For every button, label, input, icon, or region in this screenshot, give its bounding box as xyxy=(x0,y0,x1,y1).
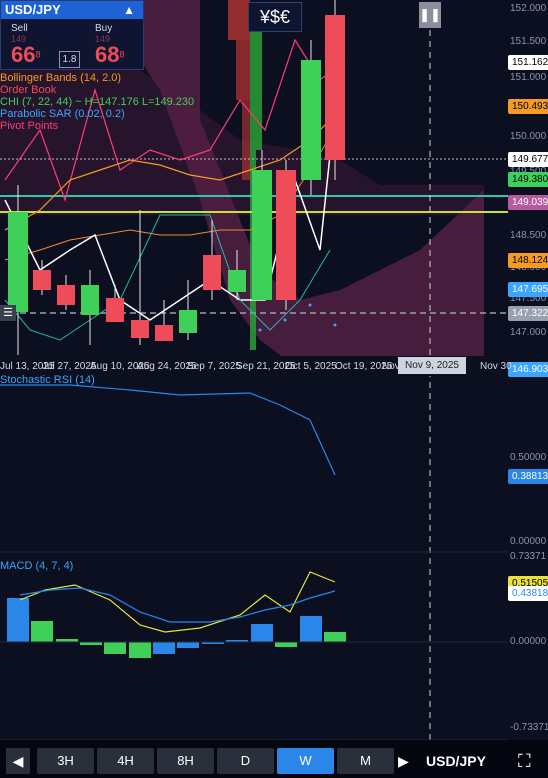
candle xyxy=(106,298,124,322)
macd-signal-yellow xyxy=(19,571,336,633)
candle xyxy=(252,170,272,300)
candle xyxy=(57,285,75,305)
spread-value: 1.8 xyxy=(59,51,80,68)
price-axis-label: 147.000 xyxy=(510,327,547,338)
timeframe-button-3h[interactable]: 3H xyxy=(37,748,94,774)
pair-selector[interactable]: USD/JPY xyxy=(426,748,486,774)
price-axis-label: 152.000 xyxy=(510,3,547,14)
date-axis-label: Oct 5, 2025 xyxy=(285,361,337,372)
buy-price-big: 68 xyxy=(95,42,120,67)
stoch-value-tag: 0.38813 xyxy=(508,469,548,484)
macd-histogram xyxy=(7,598,346,658)
ticket-symbol: USD/JPY xyxy=(5,2,61,17)
timeframe-button-w[interactable]: W xyxy=(277,748,334,774)
fullscreen-icon[interactable]: ⛶ xyxy=(518,748,531,774)
candle xyxy=(203,255,221,290)
stoch-rsi-line xyxy=(0,384,336,476)
price-tag: 149.677 xyxy=(508,152,548,167)
timeframe-button-4h[interactable]: 4H xyxy=(97,748,154,774)
price-tag: 149.380 xyxy=(508,172,548,187)
ticket-header[interactable]: USD/JPY ▲ xyxy=(1,1,143,19)
sell-price-big: 66 xyxy=(11,42,36,67)
sell-price-sup: 8 xyxy=(35,49,41,60)
candle xyxy=(276,170,296,300)
currency-symbol-badge[interactable]: ¥$€ xyxy=(248,2,302,32)
price-tag: 147.322 xyxy=(508,306,548,321)
sell-label: Sell xyxy=(11,23,28,34)
buy-price-sup: 8 xyxy=(119,49,125,60)
stoch-axis-zero: 0.00000 xyxy=(510,536,547,547)
timeframe-button-m[interactable]: M xyxy=(337,748,394,774)
timeframe-button-d[interactable]: D xyxy=(217,748,274,774)
price-axis-label: 150.000 xyxy=(510,131,547,142)
price-tag: 150.493 xyxy=(508,99,548,114)
macd-axis-low: -0.73371 xyxy=(510,722,548,733)
price-axis-label: 151.500 xyxy=(510,36,547,47)
indicator-label[interactable]: Order Book xyxy=(0,84,56,96)
next-arrow-icon[interactable]: ▶ xyxy=(398,748,409,774)
price-tag: 146.903 xyxy=(508,362,548,377)
collapse-chevron-icon[interactable]: ▲ xyxy=(123,1,135,19)
candle xyxy=(8,212,28,312)
candle xyxy=(81,285,99,315)
timeframe-button-8h[interactable]: 8H xyxy=(157,748,214,774)
buy-button[interactable]: Buy 149 688 xyxy=(95,23,125,66)
candle xyxy=(325,15,345,160)
macd-axis-zero: 0.00000 xyxy=(510,636,547,647)
macd-line-blue xyxy=(19,587,336,623)
sell-button[interactable]: Sell 149 668 xyxy=(11,23,41,66)
candle xyxy=(301,60,321,180)
date-axis-label: Sep 7, 2025 xyxy=(187,361,241,372)
price-tag: 149.039 xyxy=(508,195,548,210)
stoch-rsi-label: Stochastic RSI (14) xyxy=(0,374,95,386)
macd-line-tag: 0.43818 xyxy=(508,586,548,601)
indicator-label[interactable]: Parabolic SAR (0.02, 0.2) xyxy=(0,108,125,120)
price-tag: 148.124 xyxy=(508,253,548,268)
date-axis-label: Nov 30 xyxy=(480,361,512,372)
macd-label: MACD (4, 7, 4) xyxy=(0,560,74,572)
candle xyxy=(179,310,197,333)
price-axis-label: 151.000 xyxy=(510,72,547,83)
candle xyxy=(33,270,51,290)
trade-ticket[interactable]: USD/JPY ▲ Sell 149 668 1.8 Buy 149 688 xyxy=(0,0,144,70)
date-axis-label: Jul 27, 2025 xyxy=(42,361,97,372)
indicator-label[interactable]: Pivot Points xyxy=(0,120,58,132)
indicator-label[interactable]: CHI (7, 22, 44) ~ H=147.176 L=149.230 xyxy=(0,96,194,108)
prev-arrow-icon[interactable]: ◀ xyxy=(6,748,30,774)
indicator-label[interactable]: Bollinger Bands (14, 2.0) xyxy=(0,72,121,84)
stoch-axis-high: 0.50000 xyxy=(510,452,547,463)
price-tag: 147.695 xyxy=(508,282,548,297)
candle xyxy=(155,325,173,341)
candle xyxy=(228,270,246,292)
menu-icon[interactable]: ☰ xyxy=(0,305,16,321)
crosshair-date-box: Nov 9, 2025 xyxy=(398,357,466,374)
price-tag: 151.162 xyxy=(508,55,548,70)
price-axis-label: 148.500 xyxy=(510,230,547,241)
macd-axis-high: 0.73371 xyxy=(510,551,547,562)
pause-icon[interactable]: ❚❚ xyxy=(419,2,441,28)
buy-label: Buy xyxy=(95,23,113,34)
candle xyxy=(131,320,149,338)
